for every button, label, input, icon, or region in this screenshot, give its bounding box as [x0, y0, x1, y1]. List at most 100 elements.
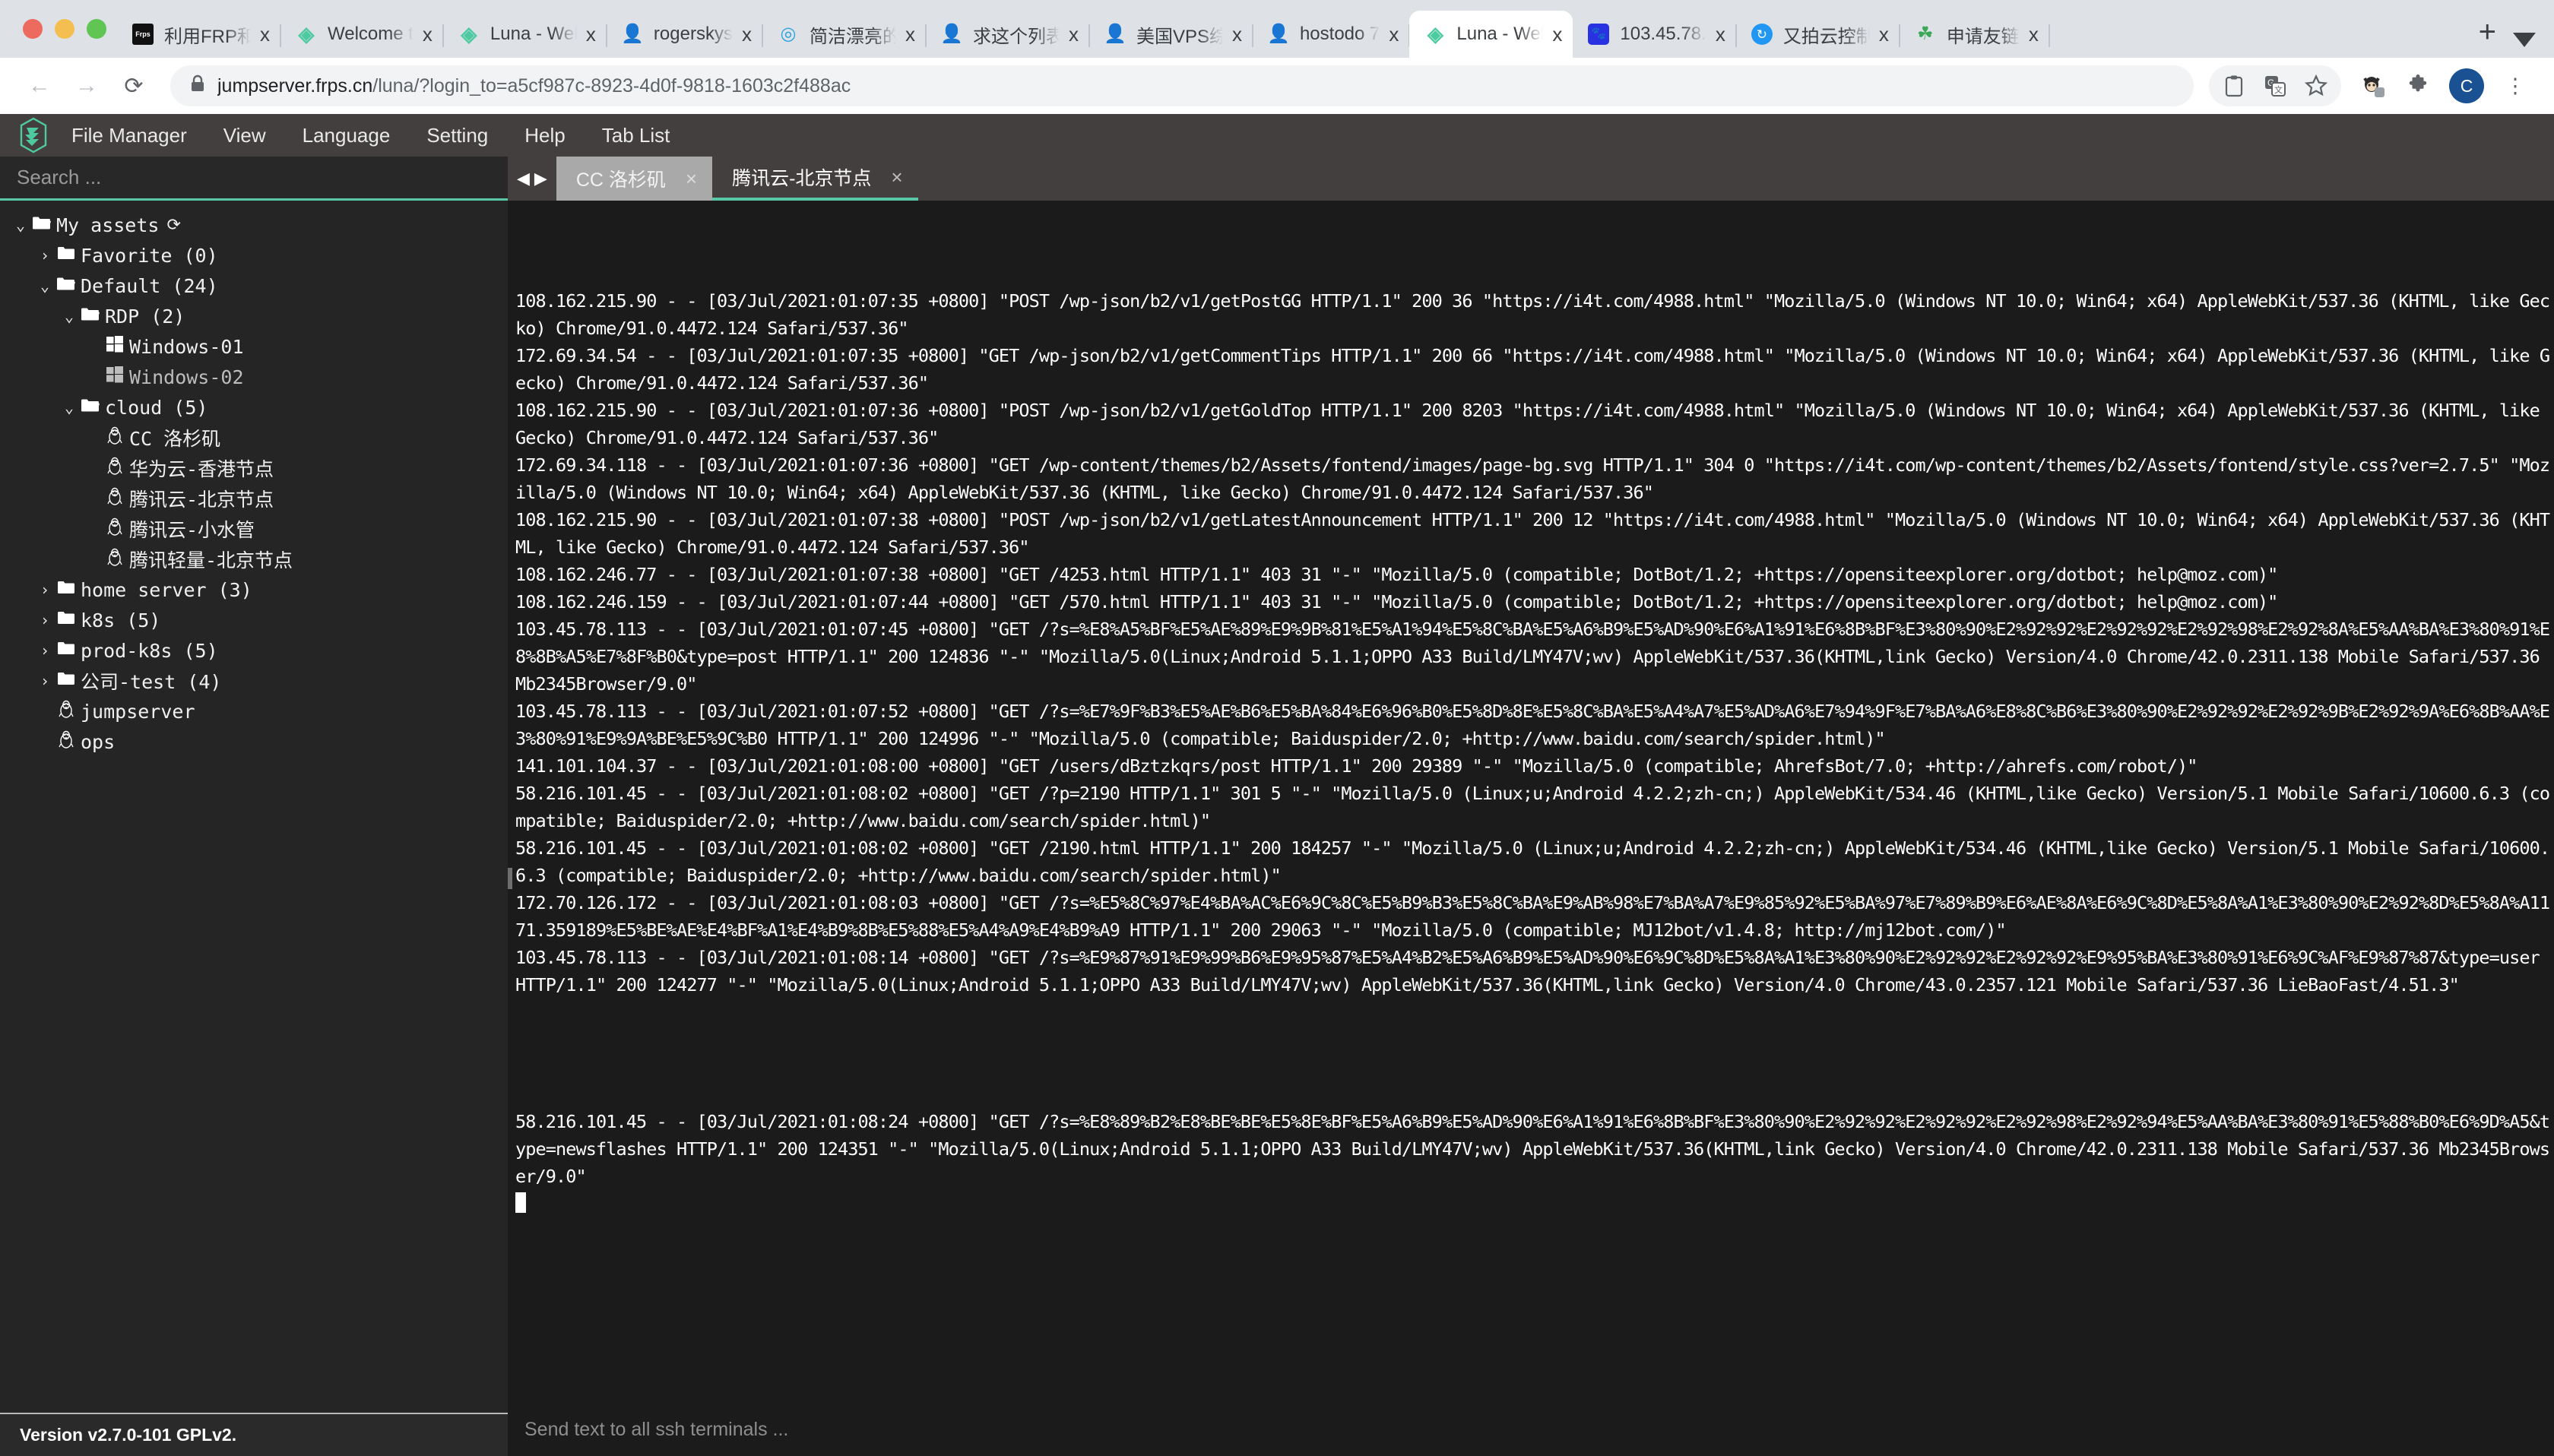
browser-tab[interactable]: ◎ 简洁漂亮的 x	[762, 11, 927, 58]
close-tab-icon[interactable]: x	[1389, 24, 1399, 44]
browser-tab[interactable]: Frps 利用FRP和 x	[117, 11, 281, 58]
close-tab-icon[interactable]: x	[586, 24, 596, 44]
address-bar[interactable]: jumpserver.frps.cn/luna/?login_to=a5cf98…	[170, 65, 2194, 106]
tree-node[interactable]: ⌄ RDP (2)	[0, 301, 508, 331]
menu-item-tab-list[interactable]: Tab List	[584, 114, 689, 157]
close-tab-icon[interactable]: x	[905, 24, 915, 44]
send-text-input[interactable]	[524, 1418, 2554, 1441]
chevron-down-icon[interactable]: ⌄	[59, 398, 79, 416]
browser-tab[interactable]: ◈ Luna - Wel x	[443, 11, 607, 58]
tab-search-button[interactable]	[2513, 33, 2554, 58]
chevron-down-icon[interactable]: ⌄	[11, 216, 30, 234]
back-icon[interactable]: ←	[18, 65, 61, 107]
tree-node[interactable]: ⌄ cloud (5)	[0, 392, 508, 423]
terminal-scrollbar[interactable]	[508, 868, 512, 889]
bookmark-star-icon[interactable]	[2296, 65, 2337, 106]
windows-icon	[103, 366, 126, 388]
browser-tab[interactable]: ↻ 又拍云控制 x	[1736, 11, 1900, 58]
menu-item-language[interactable]: Language	[284, 114, 409, 157]
browser-tab[interactable]: 👤 rogerskys x	[607, 11, 763, 58]
clipboard-icon[interactable]	[2213, 65, 2255, 106]
chevron-right-icon[interactable]: ›	[35, 672, 55, 690]
reload-icon[interactable]: ⟳	[112, 65, 155, 107]
jumpserver-logo-icon	[14, 116, 53, 155]
asset-tree: ⌄ My assets ⟳ › Favorite (0) ⌄ Default (24) ⌄ RD…	[0, 201, 508, 1413]
chevron-right-icon[interactable]: ›	[35, 581, 55, 599]
close-tab-icon[interactable]: x	[1879, 24, 1889, 44]
search-input[interactable]	[17, 166, 491, 189]
browser-tab[interactable]: ☘ 申请友链 x	[1900, 11, 2050, 58]
tree-node[interactable]: jumpserver	[0, 696, 508, 726]
close-tab-icon[interactable]: x	[1552, 24, 1562, 44]
close-tab-icon[interactable]: x	[260, 24, 270, 44]
block-cursor	[515, 1192, 526, 1213]
tree-node[interactable]: Windows-01	[0, 331, 508, 362]
profile-avatar[interactable]: C	[2449, 68, 2484, 103]
browser-tab[interactable]: 👤 求这个列表 x	[926, 11, 1090, 58]
browser-tab[interactable]: ◈ Luna - Wel x	[1409, 11, 1573, 58]
close-tab-icon[interactable]: x	[1716, 24, 1725, 44]
terminal-output[interactable]: 108.162.215.90 - - [03/Jul/2021:01:07:35…	[508, 201, 2554, 1403]
browser-menu-icon[interactable]: ⋮	[2495, 65, 2536, 106]
toolbar-pill-group: G文	[2209, 65, 2341, 106]
linux-icon	[103, 518, 126, 540]
menu-item-setting[interactable]: Setting	[408, 114, 506, 157]
chevron-down-icon[interactable]: ⌄	[35, 277, 55, 295]
close-terminal-tab-icon[interactable]: ×	[891, 166, 902, 189]
tab-divider	[2048, 24, 2050, 47]
tree-node[interactable]: ⌄ My assets ⟳	[0, 210, 508, 240]
tree-node[interactable]: 腾讯轻量-北京节点	[0, 544, 508, 574]
terminal-tab-nav[interactable]: ◀ ▶	[508, 157, 556, 201]
tree-node[interactable]: Windows-02	[0, 362, 508, 392]
close-tab-icon[interactable]: x	[2029, 24, 2039, 44]
close-tab-icon[interactable]: x	[1232, 24, 1242, 44]
tree-node[interactable]: 腾讯云-小水管	[0, 514, 508, 544]
browser-tab[interactable]: 🐾 103.45.78. x	[1573, 11, 1737, 58]
linux-icon	[103, 426, 126, 449]
refresh-icon[interactable]: ⟳	[166, 216, 180, 235]
tree-node[interactable]: CC 洛杉矶	[0, 423, 508, 453]
extensions-puzzle-icon[interactable]	[2397, 65, 2438, 106]
tab-scroll-left-icon[interactable]: ◀	[517, 169, 530, 188]
close-tab-icon[interactable]: x	[423, 24, 433, 44]
luna-app: File Manager View Language Setting Help Tab L…	[0, 114, 2554, 1456]
menu-item-file-manager[interactable]: File Manager	[53, 114, 205, 157]
tree-node[interactable]: ⌄ Default (24)	[0, 271, 508, 301]
tree-node[interactable]: ops	[0, 726, 508, 757]
octocat-extension-icon[interactable]	[2353, 65, 2394, 106]
chevron-right-icon[interactable]: ›	[35, 246, 55, 264]
terminal-tab[interactable]: CC 洛杉矶 ×	[556, 157, 713, 201]
new-tab-button[interactable]: +	[2462, 17, 2513, 58]
maximize-window-button[interactable]	[87, 19, 106, 39]
translate-icon[interactable]: G文	[2255, 65, 2296, 106]
terminal-tab[interactable]: 腾讯云-北京节点 ×	[712, 157, 918, 201]
close-tab-icon[interactable]: x	[742, 24, 752, 44]
browser-tab[interactable]: ◈ Welcome t x	[280, 11, 444, 58]
send-all-bar[interactable]	[508, 1403, 2554, 1456]
tab-scroll-right-icon[interactable]: ▶	[534, 169, 547, 188]
chevron-down-icon[interactable]: ⌄	[59, 307, 79, 325]
menu-item-help[interactable]: Help	[506, 114, 583, 157]
close-tab-icon[interactable]: x	[1069, 24, 1079, 44]
tree-node[interactable]: › Favorite (0)	[0, 240, 508, 271]
chevron-right-icon[interactable]: ›	[35, 611, 55, 629]
forward-icon[interactable]: →	[65, 65, 108, 107]
tree-node[interactable]: › 公司-test (4)	[0, 666, 508, 696]
tree-node[interactable]: 华为云-香港节点	[0, 453, 508, 483]
chevron-right-icon[interactable]: ›	[35, 641, 55, 660]
tree-node[interactable]: › home server (3)	[0, 574, 508, 605]
tree-node[interactable]: › prod-k8s (5)	[0, 635, 508, 666]
minimize-window-button[interactable]	[55, 19, 74, 39]
close-terminal-tab-icon[interactable]: ×	[686, 167, 697, 191]
sidebar-search[interactable]	[0, 157, 508, 201]
menu-item-view[interactable]: View	[205, 114, 284, 157]
close-window-button[interactable]	[23, 19, 43, 39]
folder-open-icon	[30, 215, 53, 235]
tree-node[interactable]: 腾讯云-北京节点	[0, 483, 508, 514]
browser-tab[interactable]: 👤 美国VPS综 x	[1089, 11, 1253, 58]
tree-node[interactable]: › k8s (5)	[0, 605, 508, 635]
browser-tab-title: hostodo 7	[1299, 24, 1380, 44]
browser-tab[interactable]: 👤 hostodo 7 x	[1253, 11, 1411, 58]
